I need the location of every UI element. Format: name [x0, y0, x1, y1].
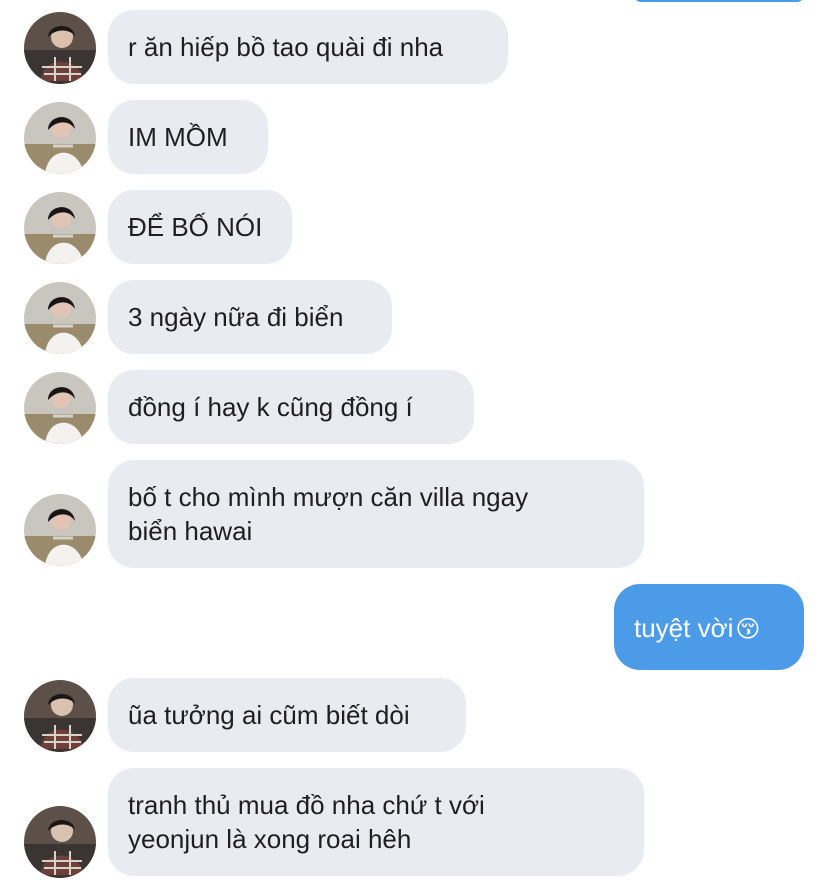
message-bubble[interactable]: đồng í hay k cũng đồng í	[108, 370, 474, 444]
avatar[interactable]	[24, 102, 96, 174]
message-text-line: yeonjun là xong roai hêh	[128, 824, 412, 854]
avatar[interactable]	[24, 12, 96, 84]
message-text: ĐỂ BỐ NÓI	[128, 212, 263, 242]
avatar[interactable]	[24, 806, 96, 878]
message-bubble[interactable]: IM MỒM	[108, 100, 268, 174]
message-text: r ăn hiếp bồ tao quài đi nha	[128, 32, 444, 62]
message-text: ũa tưởng ai cũm biết dòi	[128, 700, 410, 730]
message-bubble[interactable]: ũa tưởng ai cũm biết dòi	[108, 678, 466, 752]
message-text-line: biển hawai	[128, 516, 253, 546]
message-bubble[interactable]: tranh thủ mua đồ nha chứ t với yeonjun l…	[108, 768, 644, 876]
outgoing-message-bubble[interactable]: tuyệt vời😚	[614, 584, 804, 670]
message-text-line: bố t cho mình mượn căn villa ngay	[128, 482, 529, 512]
previous-outgoing-bubble-edge	[634, 0, 804, 2]
message-text: IM MỒM	[128, 122, 228, 152]
chat-thread: r ăn hiếp bồ tao quài đi nha IM MỒM ĐỂ B…	[0, 0, 828, 888]
avatar[interactable]	[24, 192, 96, 264]
message-text-line: tranh thủ mua đồ nha chứ t với	[128, 790, 485, 820]
avatar[interactable]	[24, 680, 96, 752]
message-bubble[interactable]: ĐỂ BỐ NÓI	[108, 190, 292, 264]
avatar[interactable]	[24, 372, 96, 444]
kissing-face-emoji-icon: 😚	[735, 616, 761, 643]
avatar[interactable]	[24, 494, 96, 566]
message-bubble[interactable]: 3 ngày nữa đi biển	[108, 280, 392, 354]
message-bubble[interactable]: bố t cho mình mượn căn villa ngay biển h…	[108, 460, 644, 568]
message-bubble[interactable]: r ăn hiếp bồ tao quài đi nha	[108, 10, 508, 84]
message-text: 3 ngày nữa đi biển	[128, 302, 344, 332]
avatar[interactable]	[24, 282, 96, 354]
message-text: đồng í hay k cũng đồng í	[128, 392, 413, 422]
message-text: tuyệt vời	[634, 613, 734, 643]
